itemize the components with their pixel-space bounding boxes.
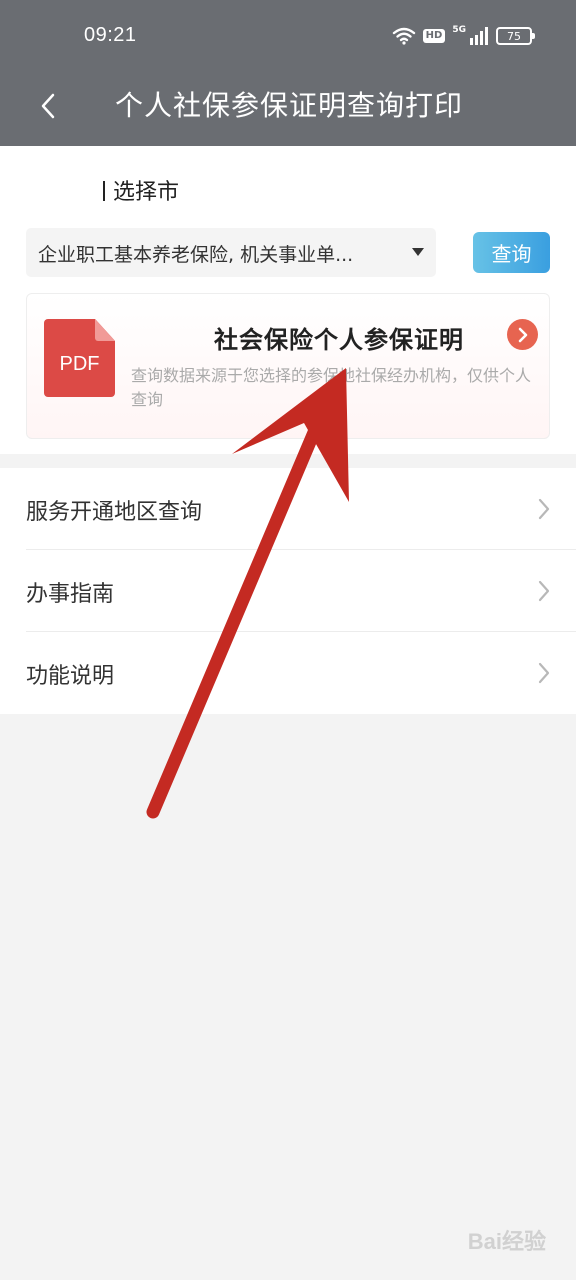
chevron-right-icon [538,662,550,684]
status-icons: HD 5G 75 [392,24,535,48]
status-bar: 09:21 HD 5G 75 [0,0,576,68]
pdf-icon-label: PDF [59,353,100,375]
city-selector[interactable]: 选择市 [103,174,179,206]
chevron-right-icon [518,327,527,342]
nav-bar: 个人社保参保证明查询打印 [0,68,576,146]
query-panel: 选择市 企业职工基本养老保险, 机关事业单... 查询 PDF 社会保险个人参保… [0,146,576,454]
battery-level: 75 [507,29,521,43]
watermark: Bai经验 [467,1229,546,1254]
certificate-description: 查询数据来源于您选择的参保地社保经办机构，仅供个人查询 [131,366,532,409]
certificate-card[interactable]: PDF 社会保险个人参保证明 查询数据来源于您选择的参保地社保经办机构，仅供个人… [26,293,550,439]
chevron-right-icon [538,498,550,520]
query-button[interactable]: 查询 [473,232,550,273]
wifi-icon [392,27,415,45]
status-time: 09:21 [84,24,137,46]
hd-icon: HD [422,29,446,43]
city-divider [103,181,105,201]
menu-item-guide[interactable]: 办事指南 [26,550,576,632]
menu-item-service-regions[interactable]: 服务开通地区查询 [26,468,576,550]
certificate-go-button[interactable] [507,319,538,350]
menu-item-label: 服务开通地区查询 [26,500,203,525]
menu-item-label: 功能说明 [26,664,115,689]
caret-down-icon [412,248,424,256]
signal-icon [470,27,488,45]
chevron-left-icon [41,93,55,119]
network-type-label: 5G [452,25,466,35]
page-title: 个人社保参保证明查询打印 [115,89,464,122]
battery-icon: 75 [496,27,535,45]
menu-item-label: 办事指南 [26,582,115,607]
certificate-title: 社会保险个人参保证明 [214,326,464,354]
app-header: 09:21 HD 5G 75 个人社保参保证明查询打印 [0,0,576,146]
insurance-type-select[interactable]: 企业职工基本养老保险, 机关事业单... [26,228,436,277]
city-label: 选择市 [113,180,180,205]
insurance-type-value: 企业职工基本养老保险, 机关事业单... [38,244,354,266]
menu-item-feature-description[interactable]: 功能说明 [26,632,576,714]
back-button[interactable] [28,86,68,126]
chevron-right-icon [538,580,550,602]
menu-list: 服务开通地区查询 办事指南 功能说明 [0,468,576,714]
